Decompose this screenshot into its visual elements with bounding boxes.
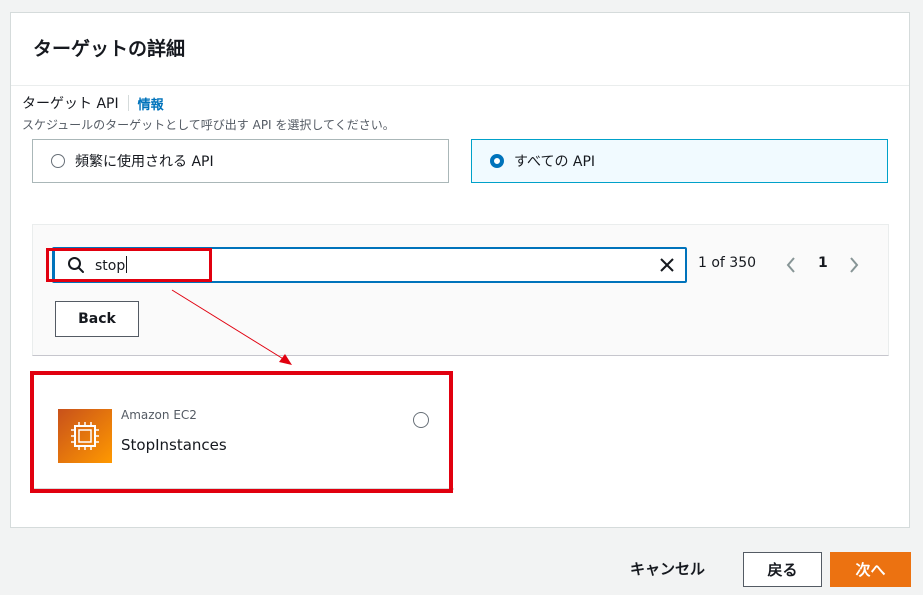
target-api-description: スケジュールのターゲットとして呼び出す API を選択してください。 [22, 118, 395, 132]
search-icon [68, 257, 84, 273]
all-api-label: すべての API [514, 154, 596, 170]
cancel-button[interactable]: キャンセル [630, 558, 705, 579]
all-api-option[interactable]: すべての API [471, 139, 888, 183]
target-api-label: ターゲット API [22, 96, 119, 112]
chevron-right-icon[interactable] [848, 256, 860, 274]
close-icon[interactable] [659, 257, 675, 273]
chevron-left-icon[interactable] [785, 256, 797, 274]
target-api-label-row: ターゲット API 情報 [22, 93, 164, 113]
frequent-api-option[interactable]: 頻繁に使用される API [32, 139, 449, 183]
back-button[interactable]: Back [55, 301, 139, 337]
api-result-card[interactable]: Amazon EC2 StopInstances [34, 374, 454, 490]
api-search-container: stop 1 of 350 1 Back [32, 224, 889, 356]
info-link[interactable]: 情報 [138, 94, 164, 113]
result-count: 1 of 350 [698, 255, 757, 271]
radio-button[interactable] [51, 154, 65, 168]
next-button[interactable]: 次へ [830, 552, 911, 587]
divider [127, 95, 129, 111]
frequent-api-label: 頻繁に使用される API [75, 154, 214, 170]
search-input[interactable]: stop [52, 247, 687, 283]
search-input-value: stop [95, 256, 128, 274]
service-name: Amazon EC2 [121, 408, 197, 422]
radio-button-checked[interactable] [490, 154, 504, 168]
card-radio-button[interactable] [413, 412, 429, 428]
panel-header: ターゲットの詳細 [11, 13, 909, 86]
panel-title: ターゲットの詳細 [33, 38, 186, 60]
current-page[interactable]: 1 [818, 255, 828, 271]
ec2-icon [58, 409, 112, 463]
api-name: StopInstances [121, 436, 227, 454]
previous-button[interactable]: 戻る [743, 552, 822, 587]
